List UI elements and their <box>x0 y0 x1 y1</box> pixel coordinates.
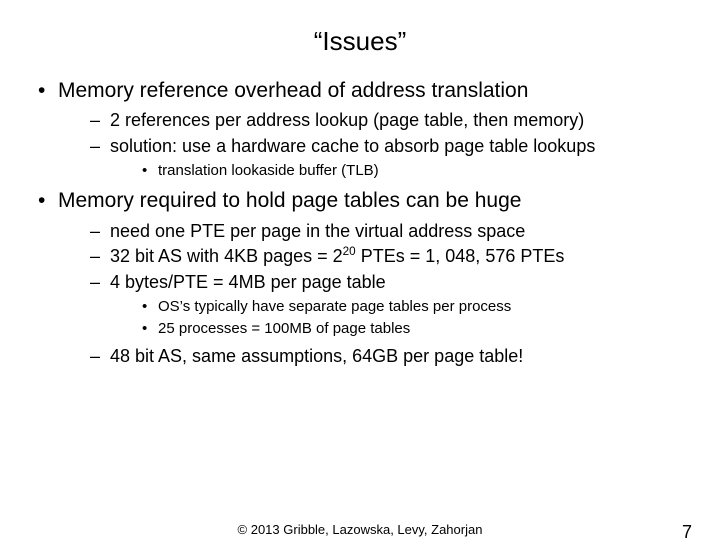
b2-s4: 48 bit AS, same assumptions, 64GB per pa… <box>88 345 690 368</box>
copyright: © 2013 Gribble, Lazowska, Levy, Zahorjan <box>0 522 720 537</box>
slide: “Issues” Memory reference overhead of ad… <box>0 0 720 540</box>
b2-s2-post2: 048, <box>445 246 480 266</box>
bullet-1-sub: 2 references per address lookup (page ta… <box>58 109 690 181</box>
b2-s4-post: GB per page table! <box>372 346 523 366</box>
page-number: 7 <box>682 522 692 540</box>
b2-s3-sub: OS’s typically have separate page tables… <box>110 297 690 340</box>
b2-s3-pre: 4 bytes/PTE = 4 <box>110 272 239 292</box>
b1-s2-sub: translation lookaside buffer (TLB) <box>110 161 690 181</box>
b2-s3: 4 bytes/PTE = 4MB per page table OS’s ty… <box>88 271 690 340</box>
b2-s2-post3: 576 PTEs <box>485 246 564 266</box>
b2-s3b: 25 processes = 100MB of page tables <box>140 319 690 339</box>
b2-s2-mid: KB pages = 2 <box>234 246 343 266</box>
b1-s2a: translation lookaside buffer (TLB) <box>140 161 690 181</box>
slide-title: “Issues” <box>30 26 690 57</box>
b2-s3b-pre: 25 processes = 100 <box>158 320 289 337</box>
bullet-2-sub: need one PTE per page in the virtual add… <box>58 220 690 369</box>
b1-s1: 2 references per address lookup (page ta… <box>88 109 690 132</box>
b2-s1: need one PTE per page in the virtual add… <box>88 220 690 243</box>
b2-s2: 32 bit AS with 4KB pages = 220 PTEs = 1,… <box>88 245 690 268</box>
b2-s4-pre: 48 bit AS, same assumptions, 64 <box>110 346 372 366</box>
bullet-1-text: Memory reference overhead of address tra… <box>58 79 528 102</box>
bullet-2-text: Memory required to hold page tables can … <box>58 189 521 212</box>
bullet-2: Memory required to hold page tables can … <box>30 187 690 368</box>
b1-s2: solution: use a hardware cache to absorb… <box>88 135 690 182</box>
b2-s2-pre: 32 bit AS with 4 <box>110 246 234 266</box>
b2-s2-post: PTEs = 1, <box>356 246 441 266</box>
b2-s2-exp: 20 <box>343 245 356 258</box>
b2-s3-post: MB per page table <box>239 272 386 292</box>
b1-s2-text: solution: use a hardware cache to absorb… <box>110 136 595 156</box>
bullet-1: Memory reference overhead of address tra… <box>30 77 690 181</box>
b2-s3a: OS’s typically have separate page tables… <box>140 297 690 317</box>
bullet-list: Memory reference overhead of address tra… <box>30 77 690 369</box>
b2-s3b-post: MB of page tables <box>289 320 410 337</box>
